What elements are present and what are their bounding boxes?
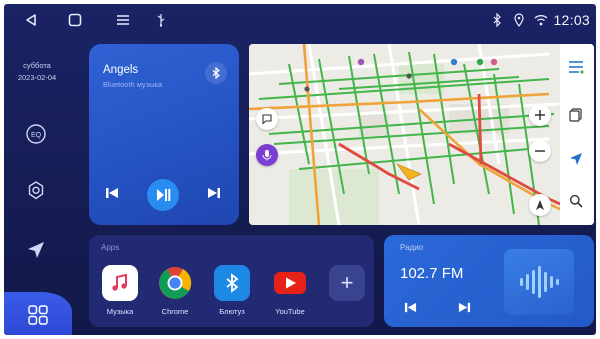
map-search-button[interactable] [569, 194, 583, 213]
music-note-icon [102, 265, 138, 301]
song-source: Bluetooth музыка [103, 80, 163, 89]
bluetooth-icon [205, 62, 227, 84]
skip-previous-icon [404, 302, 416, 312]
song-title: Angels [103, 64, 139, 76]
home-icon[interactable] [66, 11, 84, 29]
radio-frequency: 102.7 FM [400, 265, 464, 282]
bookmark-icon [569, 108, 582, 122]
app-label: YouTube [275, 307, 305, 316]
search-icon [569, 194, 583, 208]
chrome-icon [157, 265, 193, 301]
locate-icon [570, 153, 582, 165]
mic-icon [262, 150, 272, 161]
usb-icon [152, 11, 170, 29]
app-music[interactable]: Музыка [95, 265, 145, 316]
navigation-button[interactable] [18, 232, 54, 268]
app-chrome[interactable]: Chrome [150, 265, 200, 316]
play-pause-button[interactable] [147, 179, 179, 211]
zoom-out-button[interactable] [529, 140, 551, 162]
voice-assistant-button[interactable] [256, 144, 278, 166]
map-menu-button[interactable] [568, 60, 584, 79]
apps-grid-button[interactable] [4, 292, 72, 335]
bookmarks-button[interactable] [569, 108, 583, 127]
zoom-out-icon [535, 150, 545, 152]
app-label: Chrome [161, 307, 189, 316]
app-bluetooth[interactable]: Блютуз [207, 265, 257, 316]
locate-me-button[interactable] [569, 152, 583, 171]
radio-card[interactable]: Радио 102.7 FM [384, 235, 594, 327]
skip-previous-icon [106, 188, 118, 198]
settings-icon [28, 181, 44, 200]
speech-bubble-button[interactable] [256, 108, 278, 130]
svg-text:EQ: EQ [31, 132, 42, 139]
speech-bubble-icon [262, 114, 272, 125]
compass-button[interactable] [529, 194, 551, 216]
app-youtube[interactable]: YouTube [265, 265, 315, 316]
apps-grid-icon [28, 304, 48, 325]
plus-icon: + [340, 270, 354, 295]
map-side-rail [560, 44, 594, 225]
add-app-button[interactable]: + [329, 265, 365, 301]
wifi-icon [532, 11, 550, 29]
date: 2023-02-04 [17, 73, 57, 82]
zoom-in-icon [535, 110, 545, 120]
play-pause-icon [157, 189, 171, 201]
clock: 12:03 [553, 12, 590, 28]
radio-section-label: Радио [400, 243, 424, 252]
app-label: Музыка [106, 307, 134, 316]
head-unit-screen: 12:03 суббота 2023-02-04 EQ Angels Bluet… [4, 4, 596, 335]
apps-card: Apps Музыка Chrome Блютуз YouTube + [89, 235, 374, 327]
bluetooth-icon [488, 11, 506, 29]
date-display: суббота 2023-02-04 [8, 60, 66, 84]
day-of-week: суббота [23, 61, 51, 70]
youtube-icon [272, 265, 308, 301]
app-label: Блютуз [219, 307, 245, 316]
menu-icon [569, 61, 584, 74]
eq-button[interactable]: EQ [18, 116, 54, 152]
skip-next-icon [208, 188, 220, 198]
bluetooth-icon [214, 265, 250, 301]
compass-icon [536, 200, 544, 210]
settings-button[interactable] [18, 173, 54, 209]
sound-wave-icon [520, 266, 559, 298]
back-icon[interactable] [22, 11, 40, 29]
menu-icon[interactable] [114, 11, 132, 29]
previous-track-button[interactable] [103, 184, 121, 202]
apps-section-label: Apps [101, 243, 120, 252]
skip-next-icon [458, 302, 470, 312]
status-bar: 12:03 [4, 4, 596, 36]
navigation-map[interactable] [249, 44, 594, 225]
zoom-in-button[interactable] [529, 104, 551, 126]
navigation-icon [28, 242, 44, 258]
eq-icon: EQ [26, 124, 46, 144]
music-player-card[interactable]: Angels Bluetooth музыка [89, 44, 239, 225]
sidebar: суббота 2023-02-04 EQ [4, 36, 72, 335]
location-icon [510, 11, 528, 29]
radio-next-button[interactable] [456, 299, 472, 315]
radio-previous-button[interactable] [402, 299, 418, 315]
radio-artwork [504, 249, 574, 315]
next-track-button[interactable] [205, 184, 223, 202]
